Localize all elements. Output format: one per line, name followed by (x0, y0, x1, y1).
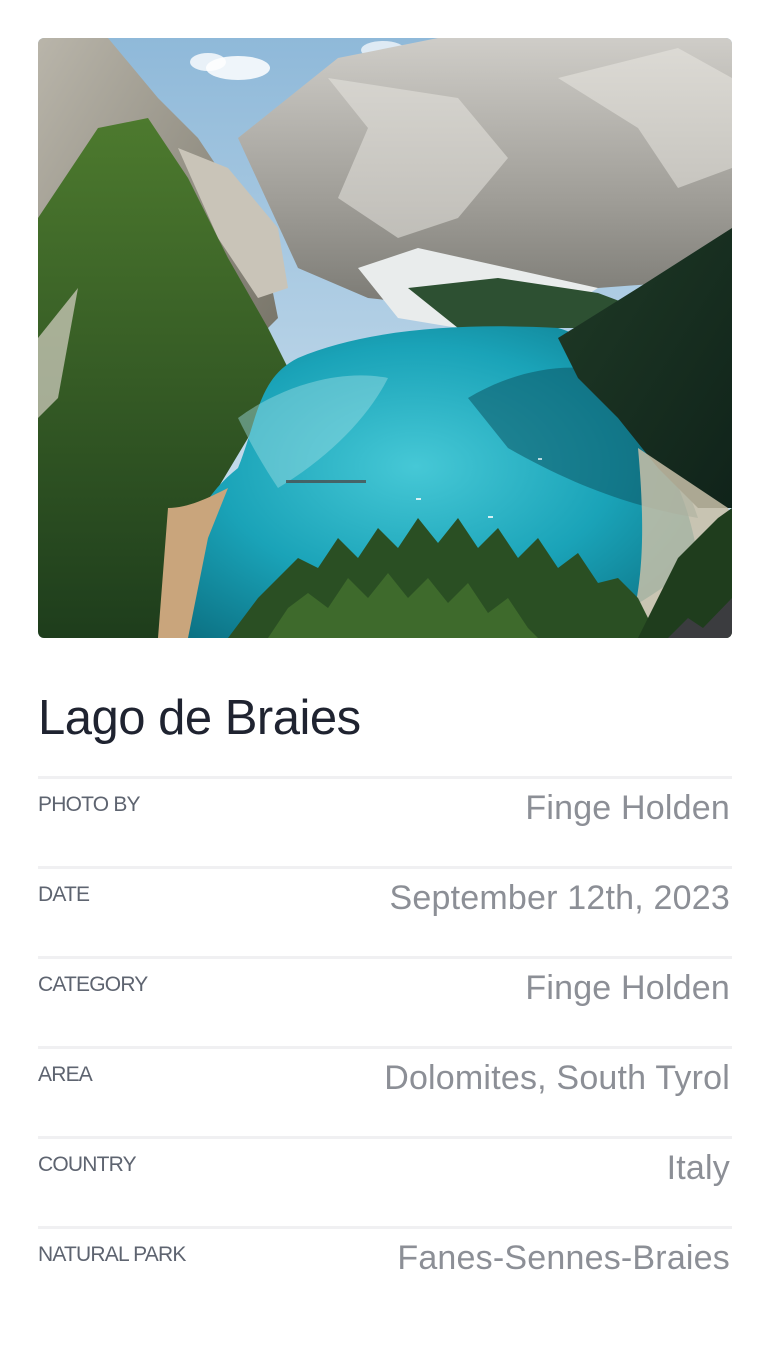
detail-label: COUNTRY (38, 1153, 137, 1176)
detail-value: Fanes-Sennes-Braies (397, 1239, 730, 1277)
detail-label: AREA (38, 1063, 93, 1086)
detail-label: PHOTO BY (38, 793, 141, 816)
detail-label: DATE (38, 883, 90, 906)
detail-value: Finge Holden (525, 969, 730, 1007)
detail-value: Italy (666, 1149, 730, 1187)
detail-row-natural-park: NATURAL PARK Fanes-Sennes-Braies (38, 1226, 732, 1316)
lake-landscape-image (38, 38, 732, 638)
detail-row-photo-by: PHOTO BY Finge Holden (38, 776, 732, 866)
detail-value: September 12th, 2023 (389, 879, 730, 917)
detail-label: CATEGORY (38, 973, 148, 996)
detail-row-category: CATEGORY Finge Holden (38, 956, 732, 1046)
detail-row-date: DATE September 12th, 2023 (38, 866, 732, 956)
detail-label: NATURAL PARK (38, 1243, 186, 1266)
detail-value: Finge Holden (525, 789, 730, 827)
photo-details-list: PHOTO BY Finge Holden DATE September 12t… (38, 776, 732, 1316)
page-title: Lago de Braies (38, 691, 361, 745)
detail-row-area: AREA Dolomites, South Tyrol (38, 1046, 732, 1136)
detail-value: Dolomites, South Tyrol (384, 1059, 730, 1097)
detail-row-country: COUNTRY Italy (38, 1136, 732, 1226)
hero-photo[interactable] (38, 38, 732, 638)
photo-detail-page: Lago de Braies PHOTO BY Finge Holden DAT… (0, 0, 768, 1351)
